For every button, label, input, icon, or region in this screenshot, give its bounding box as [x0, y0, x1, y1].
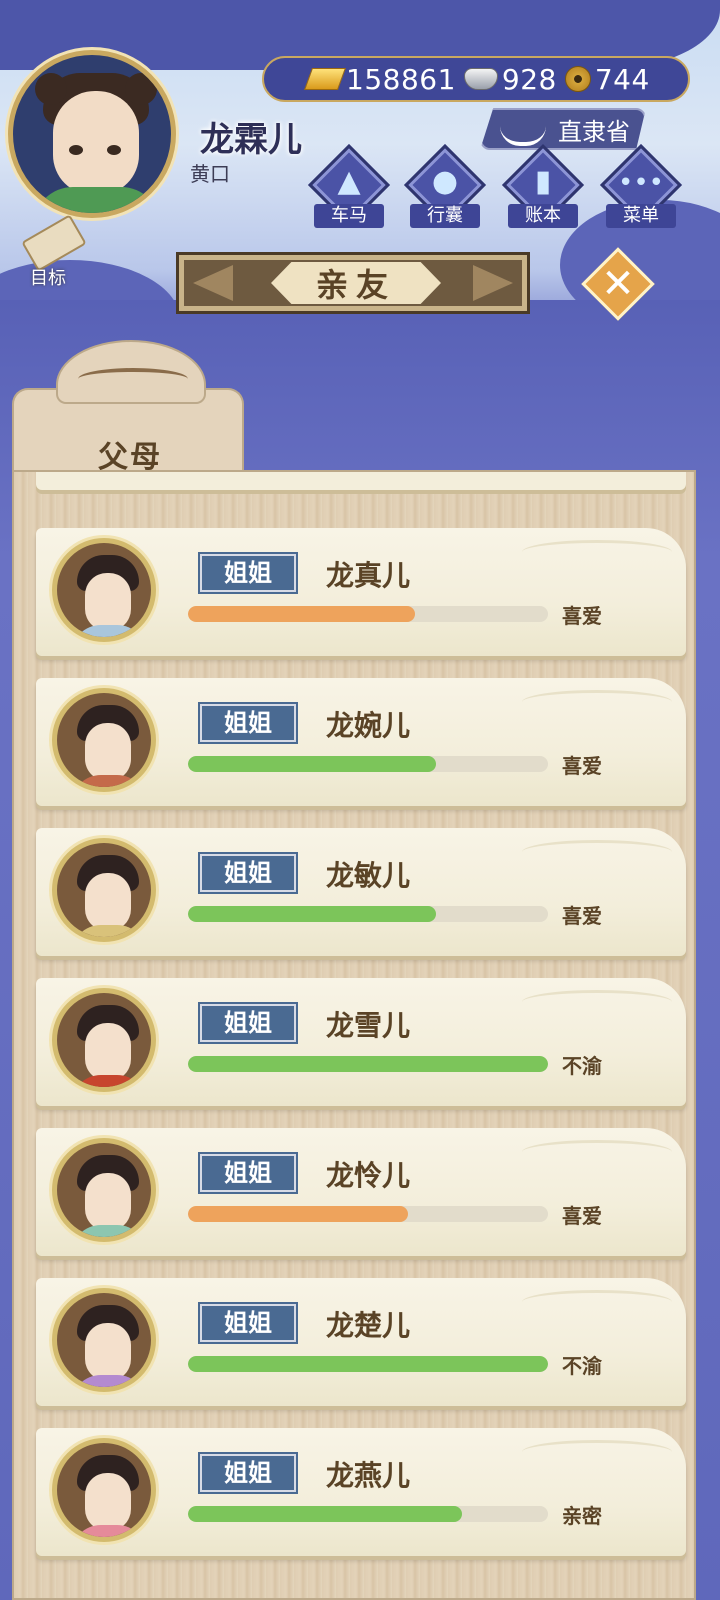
relative-portrait[interactable]	[52, 988, 156, 1092]
relative-row[interactable]: 姐姐 龙雪儿 不渝	[36, 978, 686, 1106]
relation-badge: 姐姐	[200, 1004, 296, 1042]
affection-bar	[188, 1056, 548, 1072]
relation-badge: 姐姐	[200, 1154, 296, 1192]
relative-portrait[interactable]	[52, 838, 156, 942]
official-hat-icon	[500, 112, 546, 146]
relation-badge: 姐姐	[200, 854, 296, 892]
portrait-dress	[71, 1375, 147, 1387]
list-item-partial	[36, 472, 686, 490]
portrait-dress	[71, 925, 147, 937]
ledger-button[interactable]: ▮ 账本	[501, 143, 585, 228]
relative-portrait[interactable]	[52, 1138, 156, 1242]
carriage-label: 车马	[314, 204, 384, 228]
relation-badge: 姐姐	[200, 1304, 296, 1342]
affection-fill	[188, 1506, 462, 1522]
goal-label: 目标	[30, 268, 66, 289]
portrait-dress	[71, 625, 147, 637]
affection-bar	[188, 606, 548, 622]
relation-badge: 姐姐	[200, 704, 296, 742]
relative-row[interactable]: 姐姐 龙怜儿 喜爱	[36, 1128, 686, 1256]
cloud-pattern	[522, 840, 672, 864]
cloud-pattern	[522, 990, 672, 1014]
affection-status: 喜爱	[562, 754, 602, 778]
relative-portrait[interactable]	[52, 1288, 156, 1392]
affection-fill	[188, 756, 437, 772]
relative-row[interactable]: 姐姐 龙燕儿 亲密	[36, 1428, 686, 1556]
goal-button[interactable]: 目标	[10, 214, 87, 290]
affection-fill	[188, 1356, 548, 1372]
portrait-dress	[71, 1225, 147, 1237]
player-rank: 黄口	[190, 162, 230, 186]
carriage-icon: ▲	[337, 164, 361, 199]
relative-row[interactable]: 姐姐 龙婉儿 喜爱	[36, 678, 686, 806]
silver-amount: 928	[501, 62, 557, 96]
ledger-icon: ▮	[534, 164, 552, 199]
affection-fill	[188, 1056, 548, 1072]
affection-fill	[188, 1206, 408, 1222]
cloud-pattern	[522, 690, 672, 714]
currency-bar: 158861 928 744	[262, 56, 690, 102]
relative-portrait[interactable]	[52, 538, 156, 642]
bundle-icon: ●	[431, 164, 459, 199]
gold-amount: 158861	[346, 62, 456, 96]
region-label: 直隶省	[558, 117, 630, 146]
relative-portrait[interactable]	[52, 688, 156, 792]
affection-status: 喜爱	[562, 1204, 602, 1228]
cloud-pattern	[522, 1290, 672, 1314]
relative-row[interactable]: 姐姐 龙敏儿 喜爱	[36, 828, 686, 956]
affection-bar	[188, 906, 548, 922]
relative-name: 龙怜儿	[326, 1159, 411, 1192]
portrait-dress	[71, 775, 147, 787]
more-icon: •••	[617, 168, 664, 198]
page-title: 亲友	[271, 262, 441, 304]
close-icon: ✕	[601, 261, 635, 307]
relation-badge: 姐姐	[200, 554, 296, 592]
player-name: 龙霖儿	[200, 120, 302, 160]
menu-button[interactable]: ••• 菜单	[599, 143, 683, 228]
affection-status: 亲密	[562, 1504, 602, 1528]
affection-status: 喜爱	[562, 904, 602, 928]
affection-fill	[188, 906, 437, 922]
title-banner: 亲友	[176, 252, 530, 314]
bundle-button[interactable]: ● 行囊	[403, 143, 487, 228]
copper-coin-icon	[564, 66, 591, 92]
relatives-panel[interactable]: 姐姐 龙真儿 喜爱 姐姐 龙婉儿 喜爱 姐姐 龙敏儿 喜爱 姐姐 龙雪儿 不渝 …	[12, 470, 696, 1600]
affection-status: 喜爱	[562, 604, 602, 628]
affection-status: 不渝	[562, 1354, 602, 1378]
cloud-pattern	[522, 540, 672, 564]
bundle-label: 行囊	[410, 204, 480, 228]
relative-name: 龙婉儿	[326, 709, 411, 742]
portrait-dress	[71, 1525, 147, 1537]
relative-name: 龙真儿	[326, 559, 411, 592]
relative-name: 龙雪儿	[326, 1009, 411, 1042]
ledger-label: 账本	[508, 204, 578, 228]
silver-ingot-icon	[463, 68, 498, 90]
relation-badge: 姐姐	[200, 1454, 296, 1492]
menu-label: 菜单	[606, 204, 676, 228]
relative-name: 龙燕儿	[326, 1459, 411, 1492]
relative-name: 龙楚儿	[326, 1309, 411, 1342]
carriage-button[interactable]: ▲ 车马	[307, 143, 391, 228]
affection-status: 不渝	[562, 1054, 602, 1078]
affection-fill	[188, 606, 415, 622]
portrait-dress	[71, 1075, 147, 1087]
player-avatar[interactable]	[8, 50, 176, 218]
relative-row[interactable]: 姐姐 龙楚儿 不渝	[36, 1278, 686, 1406]
cloud-pattern	[522, 1440, 672, 1464]
affection-bar	[188, 1356, 548, 1372]
relative-portrait[interactable]	[52, 1438, 156, 1542]
coin-amount: 744	[594, 62, 650, 96]
relative-name: 龙敏儿	[326, 859, 411, 892]
affection-bar	[188, 756, 548, 772]
affection-bar	[188, 1506, 548, 1522]
affection-bar	[188, 1206, 548, 1222]
gold-ingot-icon	[303, 68, 347, 90]
cloud-pattern	[522, 1140, 672, 1164]
relative-row[interactable]: 姐姐 龙真儿 喜爱	[36, 528, 686, 656]
